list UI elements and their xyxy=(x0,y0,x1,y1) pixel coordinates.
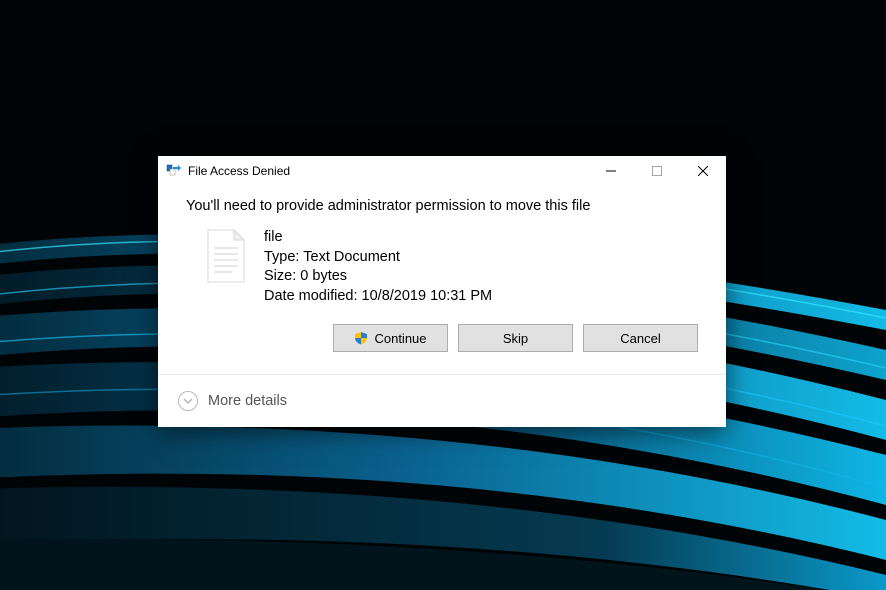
button-row: Continue Skip Cancel xyxy=(186,324,698,358)
file-size-label: Size: xyxy=(264,268,296,284)
file-modified-line: Date modified: 10/8/2019 10:31 PM xyxy=(264,287,492,307)
more-details-label: More details xyxy=(208,393,287,409)
continue-button[interactable]: Continue xyxy=(333,324,448,352)
continue-button-label: Continue xyxy=(374,331,426,346)
file-modified-label: Date modified: xyxy=(264,288,358,304)
file-info-row: file Type: Text Document Size: 0 bytes D… xyxy=(186,228,698,306)
chevron-down-icon xyxy=(178,391,198,411)
file-type-line: Type: Text Document xyxy=(264,248,492,268)
file-access-denied-dialog: File Access Denied You'll need to provid… xyxy=(158,156,726,427)
titlebar[interactable]: File Access Denied xyxy=(158,156,726,186)
file-move-arrow-icon xyxy=(166,163,182,179)
file-modified-value: 10/8/2019 10:31 PM xyxy=(362,288,493,304)
file-type-value: Text Document xyxy=(303,249,400,265)
text-document-icon xyxy=(204,228,248,284)
dialog-title: File Access Denied xyxy=(188,164,290,178)
window-controls xyxy=(588,156,726,186)
file-size-value: 0 bytes xyxy=(300,268,347,284)
file-size-line: Size: 0 bytes xyxy=(264,267,492,287)
file-name: file xyxy=(264,228,492,248)
cancel-button[interactable]: Cancel xyxy=(583,324,698,352)
skip-button[interactable]: Skip xyxy=(458,324,573,352)
minimize-button[interactable] xyxy=(588,156,634,186)
instruction-text: You'll need to provide administrator per… xyxy=(186,198,698,214)
dialog-content: You'll need to provide administrator per… xyxy=(158,186,726,374)
more-details-toggle[interactable]: More details xyxy=(158,375,726,427)
file-type-label: Type: xyxy=(264,249,299,265)
close-button[interactable] xyxy=(680,156,726,186)
skip-button-label: Skip xyxy=(503,331,528,346)
uac-shield-icon xyxy=(354,331,368,345)
file-metadata: file Type: Text Document Size: 0 bytes D… xyxy=(264,228,492,306)
maximize-button xyxy=(634,156,680,186)
cancel-button-label: Cancel xyxy=(620,331,660,346)
